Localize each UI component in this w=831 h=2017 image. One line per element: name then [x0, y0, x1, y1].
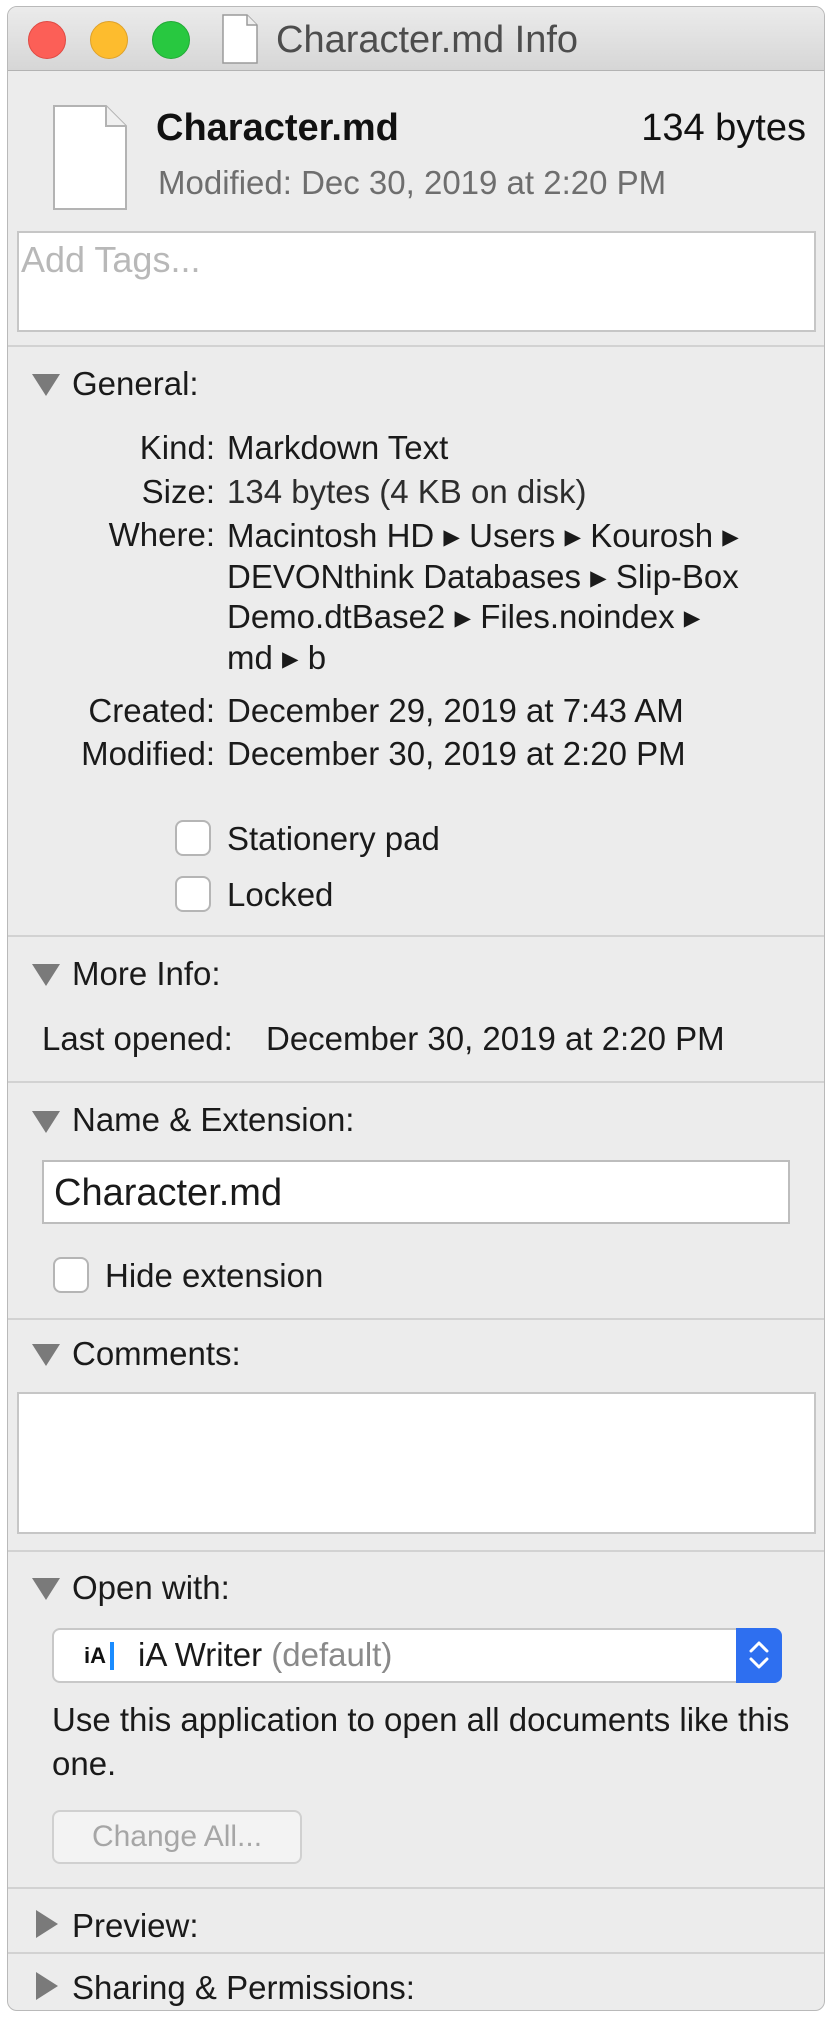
- name-field[interactable]: Character.md: [42, 1160, 790, 1224]
- change-all-button[interactable]: Change All...: [52, 1810, 302, 1864]
- size-value: 134 bytes (4 KB on disk): [227, 473, 587, 510]
- section-header-open-with[interactable]: Open with:: [72, 1569, 230, 1607]
- hide-extension-checkbox[interactable]: [53, 1257, 89, 1293]
- file-name: Character.md: [156, 107, 399, 149]
- disclosure-triangle-down-icon[interactable]: [32, 1578, 60, 1600]
- divider: [8, 1887, 824, 1889]
- open-with-app-name: iA Writer (default): [138, 1636, 392, 1674]
- disclosure-triangle-right-icon[interactable]: [36, 1910, 58, 1938]
- disclosure-triangle-down-icon[interactable]: [32, 1111, 60, 1133]
- divider: [8, 935, 824, 937]
- window-title: Character.md Info: [276, 19, 579, 61]
- title-bar: Character.md Info: [8, 7, 824, 71]
- open-with-description: Use this application to open all documen…: [52, 1701, 790, 1782]
- info-window: Character.md Info Character.md 134 bytes…: [7, 6, 825, 2011]
- divider: [8, 1952, 824, 1954]
- divider: [8, 1318, 824, 1320]
- minimize-button[interactable]: [90, 21, 128, 59]
- where-line: md ▸ b: [227, 639, 327, 676]
- where-label: Where:: [108, 516, 215, 553]
- tags-input[interactable]: Add Tags...: [17, 231, 816, 332]
- zoom-button[interactable]: [152, 21, 190, 59]
- disclosure-triangle-down-icon[interactable]: [32, 374, 60, 396]
- popup-stepper-icon[interactable]: [736, 1628, 782, 1683]
- file-size: 134 bytes: [641, 107, 806, 149]
- app-name-text: iA Writer: [138, 1636, 263, 1673]
- document-icon: [222, 14, 258, 64]
- last-opened-value: December 30, 2019 at 2:20 PM: [266, 1020, 725, 1057]
- divider: [8, 345, 824, 347]
- modified-label: Modified:: [81, 735, 215, 772]
- file-modified: Modified: Dec 30, 2019 at 2:20 PM: [158, 164, 667, 201]
- modified-value: December 30, 2019 at 2:20 PM: [227, 735, 686, 772]
- stationery-pad-label: Stationery pad: [227, 820, 440, 857]
- locked-label: Locked: [227, 876, 334, 913]
- kind-label: Kind:: [139, 429, 215, 466]
- section-header-comments[interactable]: Comments:: [72, 1335, 241, 1373]
- ia-writer-app-icon: iA: [84, 1638, 118, 1674]
- section-header-name-extension[interactable]: Name & Extension:: [72, 1101, 354, 1139]
- where-line: DEVONthink Databases ▸ Slip-Box: [227, 558, 739, 595]
- disclosure-triangle-right-icon[interactable]: [36, 1972, 58, 2000]
- section-header-general[interactable]: General:: [72, 365, 199, 403]
- stationery-pad-checkbox[interactable]: [175, 820, 211, 856]
- created-label: Created:: [88, 692, 215, 729]
- locked-checkbox[interactable]: [175, 876, 211, 912]
- where-line: Macintosh HD ▸ Users ▸ Kourosh ▸: [227, 517, 739, 554]
- section-header-preview[interactable]: Preview:: [72, 1907, 199, 1945]
- open-with-popup[interactable]: iA iA Writer (default): [52, 1628, 782, 1683]
- section-header-more-info[interactable]: More Info:: [72, 955, 221, 993]
- app-icon-text: iA: [84, 1643, 106, 1668]
- section-header-sharing-permissions[interactable]: Sharing & Permissions:: [72, 1969, 415, 2007]
- divider: [8, 1550, 824, 1552]
- hide-extension-label: Hide extension: [105, 1257, 324, 1294]
- last-opened-label: Last opened:: [42, 1020, 233, 1057]
- comments-field[interactable]: [17, 1392, 816, 1534]
- where-line: Demo.dtBase2 ▸ Files.noindex ▸: [227, 598, 701, 635]
- document-icon: [53, 105, 127, 210]
- kind-value: Markdown Text: [227, 429, 449, 466]
- size-label: Size:: [141, 473, 215, 510]
- disclosure-triangle-down-icon[interactable]: [32, 1344, 60, 1366]
- app-icon-cursor: [110, 1642, 114, 1670]
- app-default-suffix: (default): [271, 1636, 393, 1673]
- created-value: December 29, 2019 at 7:43 AM: [227, 692, 684, 729]
- divider: [8, 1081, 824, 1083]
- close-button[interactable]: [28, 21, 66, 59]
- disclosure-triangle-down-icon[interactable]: [32, 964, 60, 986]
